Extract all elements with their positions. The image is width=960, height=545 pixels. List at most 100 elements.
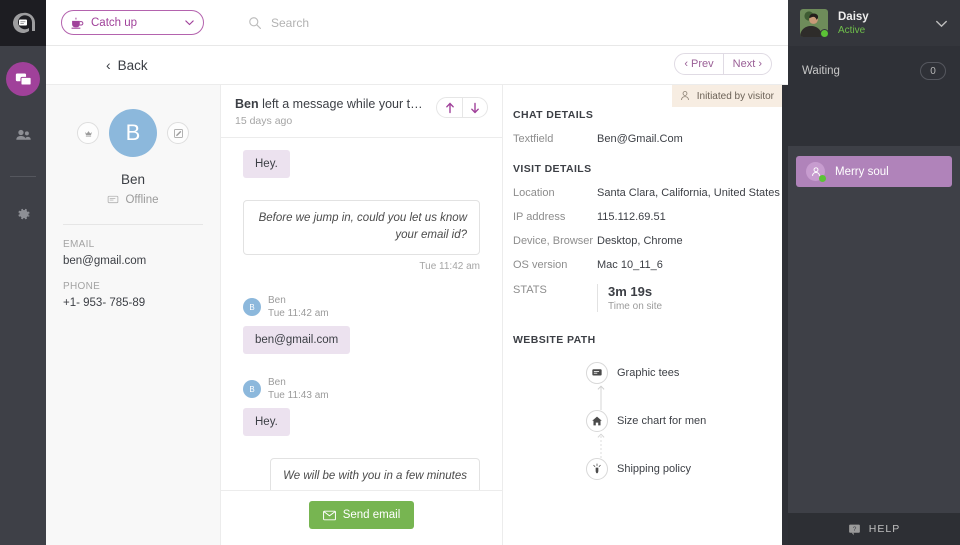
help-label: HELP (868, 523, 901, 535)
sender-avatar: B (243, 380, 261, 398)
scroll-down-button[interactable] (462, 98, 487, 117)
path-node-label: Size chart for men (617, 415, 707, 427)
message-list: Hey. Before we jump in, could you let us… (221, 138, 502, 490)
chevron-down-icon[interactable] (935, 17, 948, 30)
message-timestamp: Tue 11:42 am (419, 260, 480, 272)
prev-button[interactable]: ‹ Prev (675, 54, 722, 74)
sender-name: Ben (268, 376, 286, 388)
sender-time: Tue 11:43 am (268, 390, 329, 401)
detail-value: 115.112.69.51 (597, 211, 666, 223)
sender-avatar: B (243, 298, 261, 316)
chat-header-name: Ben (235, 97, 259, 111)
waiting-row[interactable]: Waiting 0 (802, 62, 946, 80)
left-nav-rail (0, 0, 46, 545)
path-node-label: Graphic tees (617, 367, 680, 379)
arrow-up-icon (445, 102, 454, 113)
visitor-icon (680, 91, 689, 101)
path-connector (596, 384, 788, 410)
envelope-icon (322, 510, 336, 520)
scroll-arrows-group (436, 97, 488, 118)
back-button[interactable]: ‹ Back (106, 57, 148, 73)
chat-icon (108, 195, 119, 204)
catch-up-dropdown[interactable]: Catch up (61, 10, 204, 35)
detail-value: Ben@Gmail.Com (597, 133, 683, 145)
next-button[interactable]: Next › (722, 54, 771, 74)
sidebar-item-chats[interactable] (6, 62, 40, 96)
details-panel: Initiated by visitor CHAT DETAILS Textfi… (503, 85, 788, 545)
body-row: B Ben Offline EMAIL ben@gmail.com PHONE … (46, 85, 788, 545)
send-email-label: Send email (342, 509, 401, 521)
detail-row: Device, Browser Desktop, Chrome (513, 235, 788, 247)
back-bar: ‹ Back ‹ Prev Next › (46, 46, 788, 85)
help-icon: ? (848, 524, 860, 535)
help-bar[interactable]: ? HELP (788, 513, 960, 545)
arrow-up-connector-dashed-icon (597, 433, 605, 458)
catch-up-label: Catch up (91, 16, 138, 29)
online-dot (820, 29, 828, 37)
message-row: B Ben Tue 11:43 am Hey. (243, 376, 480, 436)
message-bubble-outgoing: We will be with you in a few minutes (270, 457, 480, 490)
current-user-texts: Daisy Active (838, 11, 935, 36)
current-user-status: Active (838, 24, 866, 36)
chevron-left-icon: ‹ (106, 57, 111, 73)
waiting-section: Waiting 0 (788, 46, 960, 146)
sidebar-item-people[interactable] (6, 118, 40, 152)
app-logo[interactable] (0, 0, 46, 46)
contact-divider (63, 224, 203, 225)
path-connector (596, 432, 788, 458)
contact-email-label: EMAIL (63, 239, 95, 250)
path-node[interactable]: Shipping policy (513, 458, 788, 480)
chat-details-title: CHAT DETAILS (513, 109, 594, 121)
sender-meta: Ben Tue 11:42 am (268, 294, 329, 321)
status-badge: Initiated by visitor (671, 85, 783, 107)
contact-panel: B Ben Offline EMAIL ben@gmail.com PHONE … (46, 85, 221, 545)
back-label: Back (117, 57, 148, 73)
message-bubble-incoming: Hey. (243, 407, 290, 436)
detail-row: OS version Mac 10_11_6 (513, 259, 788, 271)
edit-contact-button[interactable] (167, 122, 189, 144)
contact-status-label: Offline (125, 194, 159, 206)
sender-name: Ben (268, 294, 286, 306)
chat-page-icon (592, 369, 602, 376)
path-node-circle (586, 362, 608, 384)
current-user-name: Daisy (838, 10, 869, 23)
website-path-title: WEBSITE PATH (513, 334, 596, 346)
ban-user-button[interactable] (77, 122, 99, 144)
path-node-circle (586, 410, 608, 432)
app-root: Catch up ‹ Back ‹ Prev Next › (0, 0, 960, 545)
detail-key: Location (513, 187, 555, 199)
detail-key: OS version (513, 259, 568, 271)
waiting-label: Waiting (802, 65, 840, 77)
send-email-button[interactable]: Send email (308, 501, 415, 529)
stats-label: STATS (513, 284, 547, 296)
contact-phone-value: +1- 953- 785-89 (63, 297, 146, 309)
top-bar: Catch up (46, 0, 788, 46)
search-input[interactable] (271, 15, 471, 30)
scroll-up-button[interactable] (437, 98, 462, 117)
people-icon (15, 129, 31, 140)
message-bubble-incoming: ben@gmail.com (243, 325, 351, 354)
detail-key: IP address (513, 211, 566, 223)
list-item[interactable]: Merry soul (796, 156, 952, 187)
search-box[interactable] (248, 15, 471, 30)
detail-row: IP address 115.112.69.51 (513, 211, 788, 223)
path-node[interactable]: Size chart for men (513, 410, 788, 432)
message-row: We will be with you in a few minutes Tue… (243, 457, 480, 490)
stats-sub-label: Time on site (608, 301, 663, 312)
path-node-label: Shipping policy (617, 463, 691, 475)
chat-bubble-logo-icon (13, 12, 35, 33)
path-node[interactable]: Graphic tees (513, 362, 788, 384)
current-user-header[interactable]: Daisy Active (788, 0, 960, 46)
chat-header-title: Ben left a message while your team wa... (235, 97, 428, 111)
right-chat-list: Merry soul (788, 146, 960, 513)
prev-next-group: ‹ Prev Next › (674, 53, 772, 75)
cursor-click-icon (593, 463, 601, 474)
detail-row: Textfield Ben@Gmail.Com (513, 133, 788, 145)
contact-status: Offline (46, 194, 220, 206)
edit-icon (173, 128, 183, 138)
home-icon (592, 416, 602, 426)
sidebar-item-settings[interactable] (6, 197, 40, 231)
details-scrollbar[interactable] (782, 85, 788, 545)
chat-panel: Ben left a message while your team wa...… (221, 85, 503, 545)
search-icon (249, 16, 261, 29)
